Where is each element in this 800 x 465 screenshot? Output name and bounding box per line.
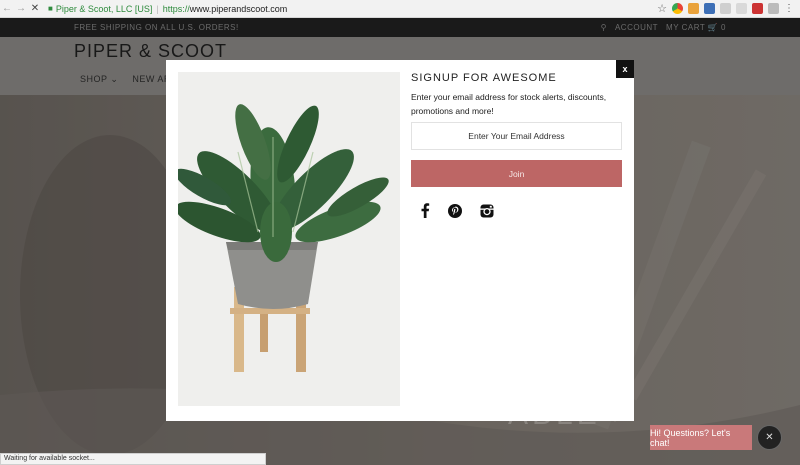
- stop-loading-icon[interactable]: ✕: [28, 3, 42, 14]
- browser-status-bar: Waiting for available socket...: [0, 453, 266, 465]
- signup-title: SIGNUP FOR AWESOME: [411, 72, 557, 84]
- forward-icon[interactable]: →: [14, 3, 28, 14]
- chat-button[interactable]: Hi! Questions? Let's chat!: [650, 425, 752, 450]
- pinterest-icon[interactable]: [448, 203, 462, 223]
- url-separator: |: [156, 3, 159, 14]
- lock-icon: ■: [48, 4, 53, 13]
- instagram-icon[interactable]: [480, 204, 494, 223]
- extension-icon[interactable]: [704, 3, 715, 14]
- social-links: [420, 203, 494, 223]
- extension-icon[interactable]: [752, 3, 763, 14]
- signup-modal: x SIGNUP FOR AWESOME Enter your email ad…: [166, 60, 634, 421]
- join-button[interactable]: Join: [411, 160, 622, 187]
- address-bar[interactable]: ■ Piper & Scoot, LLC [US] | https://www.…: [42, 4, 287, 14]
- url-scheme: https://: [162, 3, 190, 14]
- extension-icon[interactable]: [688, 3, 699, 14]
- extension-icon[interactable]: [768, 3, 779, 14]
- email-field[interactable]: [411, 122, 622, 150]
- plant-photo: [178, 72, 400, 406]
- extension-icon[interactable]: [720, 3, 731, 14]
- bookmark-star-icon[interactable]: ☆: [657, 2, 667, 15]
- signup-description: Enter your email address for stock alert…: [411, 92, 607, 116]
- chat-close-icon[interactable]: ✕: [757, 425, 782, 450]
- url-host: www.piperandscoot.com: [189, 3, 288, 14]
- extension-icon[interactable]: [736, 3, 747, 14]
- close-button[interactable]: x: [616, 60, 634, 78]
- back-icon[interactable]: ←: [0, 3, 14, 14]
- plant-illustration: [178, 72, 400, 406]
- site-identity: Piper & Scoot, LLC [US]: [55, 3, 153, 14]
- extensions-area: ☆ ⋮: [657, 2, 794, 15]
- facebook-icon[interactable]: [420, 203, 430, 223]
- chrome-extension-icon[interactable]: [672, 3, 683, 14]
- browser-toolbar: ← → ✕ ■ Piper & Scoot, LLC [US] | https:…: [0, 0, 800, 18]
- chrome-menu-icon[interactable]: ⋮: [784, 3, 794, 14]
